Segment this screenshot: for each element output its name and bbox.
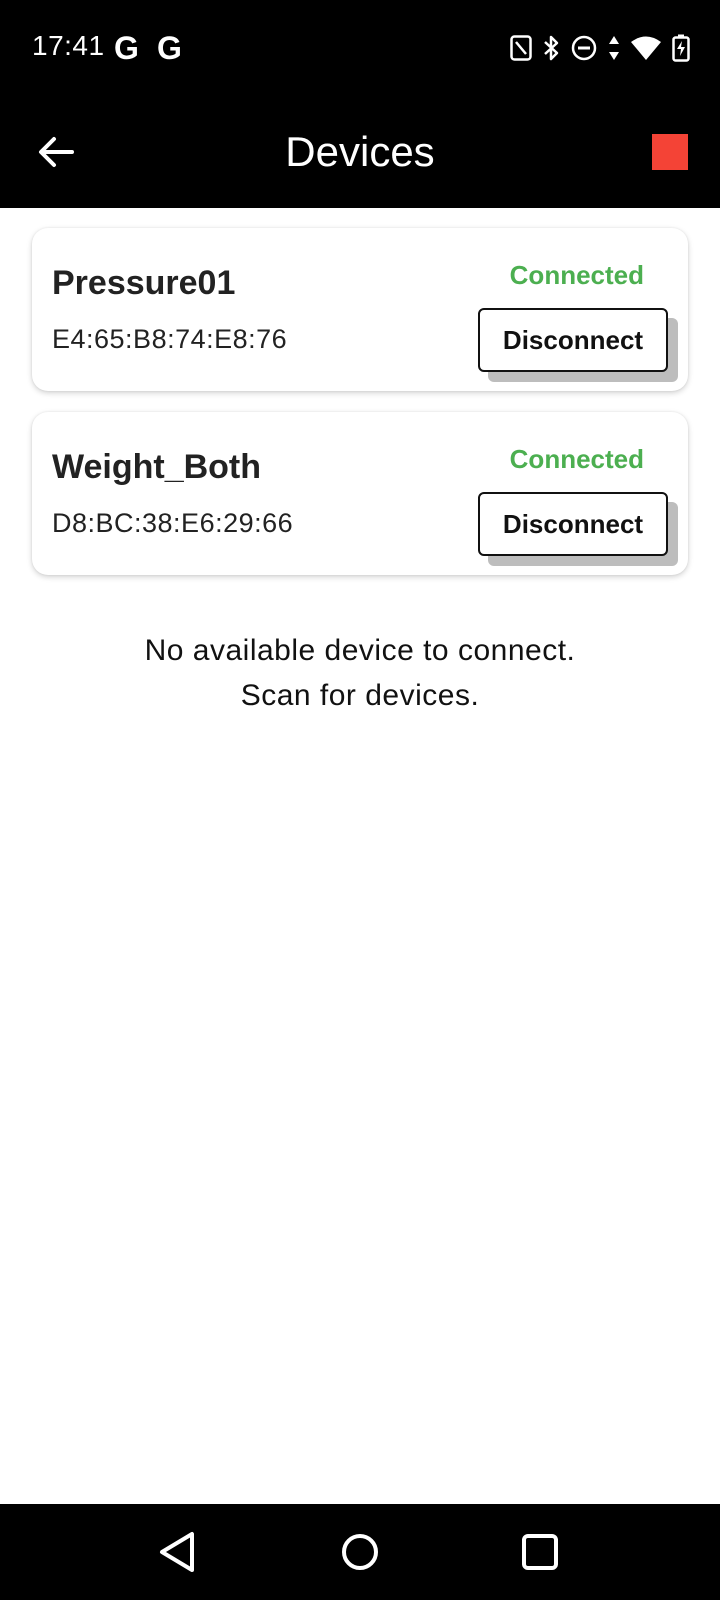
nfc-icon [510,35,532,61]
empty-state-line: Scan for devices. [240,679,480,712]
device-name: Weight_Both [52,448,262,486]
empty-state-message: No available device to connect. Scan for… [0,628,720,718]
nav-home-icon [342,1534,378,1570]
bluetooth-icon [542,34,560,62]
system-icons [510,30,690,66]
page-title: Devices [285,128,435,175]
google-notification-icon: G [157,30,182,66]
device-list: Pressure01 E4:65:B8:74:E8:76 Connected D… [32,228,688,596]
disconnect-button-wrapper: Disconnect [478,492,678,566]
app-bar: Devices [0,96,720,208]
arrow-left-icon [39,137,74,167]
wifi-icon [630,35,662,61]
nav-home-button[interactable] [336,1528,384,1576]
status-bar: 17:41 G G [0,0,720,96]
navigation-bar [0,1504,720,1600]
disconnect-button[interactable]: Disconnect [478,492,668,556]
empty-state-line: No available device to connect. [144,634,576,667]
google-notification-icon: G [114,30,139,66]
device-card: Pressure01 E4:65:B8:74:E8:76 Connected D… [32,228,688,391]
device-address: D8:BC:38:E6:29:66 [52,508,294,538]
stop-scan-button[interactable] [652,134,688,170]
data-arrows-icon [608,34,620,62]
device-address: E4:65:B8:74:E8:76 [52,324,288,354]
disconnect-button-wrapper: Disconnect [478,308,678,382]
nav-recents-button[interactable] [516,1528,564,1576]
connection-status: Connected [509,260,644,290]
nav-recents-icon [522,1534,558,1570]
nav-back-button[interactable] [156,1528,204,1576]
disconnect-button[interactable]: Disconnect [478,308,668,372]
battery-charging-icon [672,34,690,62]
status-time: 17:41 [32,30,105,61]
device-card: Weight_Both D8:BC:38:E6:29:66 Connected … [32,412,688,575]
connection-status: Connected [509,444,644,474]
back-button[interactable] [24,120,88,184]
do-not-disturb-icon [570,34,598,62]
device-name: Pressure01 [52,264,236,302]
nav-back-icon [160,1532,194,1572]
